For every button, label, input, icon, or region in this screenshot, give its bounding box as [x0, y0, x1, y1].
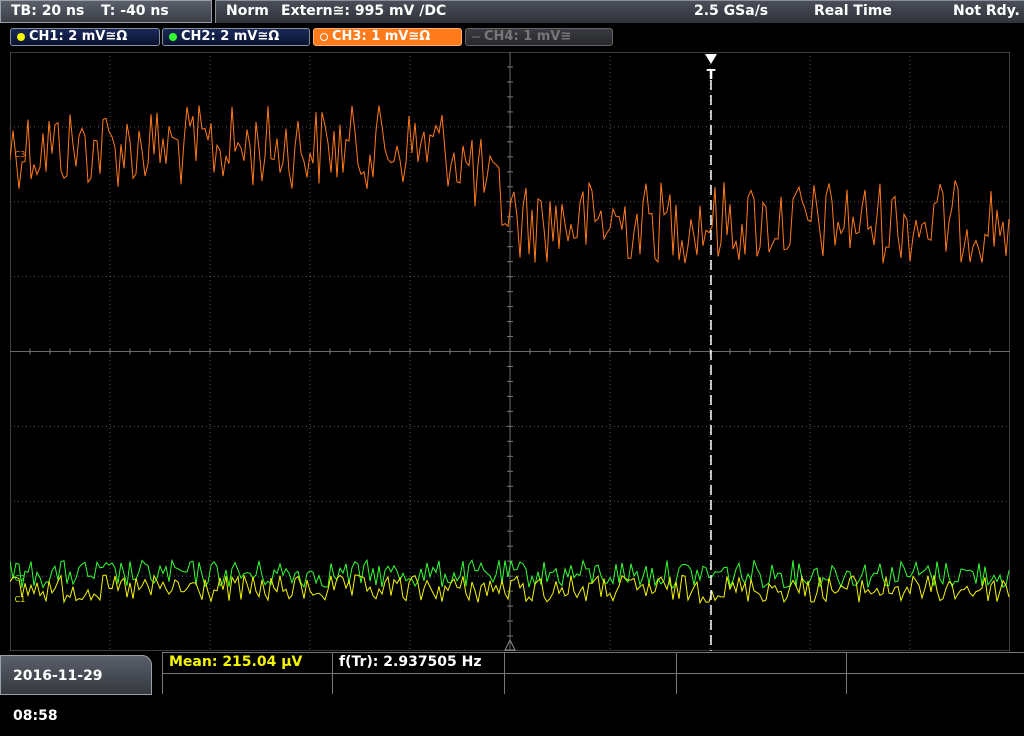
trigger-mode-label: Norm — [226, 3, 269, 19]
ch3-label: CH3: 1 mV≅Ω — [332, 29, 431, 44]
datetime-box: 2016-11-29 08:58 — [0, 655, 152, 724]
timebase-box[interactable]: TB: 20 ns T: -40 ns — [0, 0, 212, 23]
mean-value: Mean: 215.04 µV — [169, 654, 303, 670]
measurement-cell-empty[interactable] — [846, 674, 1024, 694]
ch3-level-marker[interactable]: C3 — [15, 150, 26, 159]
channel-tab-ch1[interactable]: CH1: 2 mV≅Ω — [10, 28, 160, 46]
ch3-indicator-icon — [320, 33, 328, 41]
mean-measurement[interactable]: Mean: 215.04 µV — [162, 653, 332, 673]
ch2-indicator-icon — [169, 33, 177, 41]
measurement-row — [162, 673, 1024, 694]
measurement-cell-empty[interactable] — [332, 674, 504, 694]
ch2-label: CH2: 2 mV≅Ω — [181, 29, 280, 44]
measurement-cell-empty[interactable] — [504, 653, 676, 673]
waveform-display[interactable]: T C3 C2 C1 — [10, 52, 1010, 651]
channel-tab-ch4[interactable]: CH4: 1 mV≅ — [465, 28, 613, 46]
ch4-label: CH4: 1 mV≅ — [484, 29, 572, 44]
channel-tab-ch2[interactable]: CH2: 2 mV≅Ω — [162, 28, 310, 46]
run-status-label: Not Rdy. — [953, 3, 1020, 19]
ch1-indicator-icon — [17, 33, 25, 41]
trigger-source-label: Extern≅: 995 mV ∕DC — [281, 3, 447, 19]
trigger-status-strip[interactable]: Norm Extern≅: 995 mV ∕DC 2.5 GSa/s Real … — [215, 0, 1024, 23]
frequency-measurement[interactable]: f(Tr): 2.937505 Hz — [332, 653, 504, 673]
timebase-label: TB: 20 ns — [11, 3, 85, 19]
waveform-canvas[interactable]: T C3 C2 C1 — [10, 52, 1010, 651]
ch4-indicator-icon — [472, 36, 480, 38]
frequency-value: f(Tr): 2.937505 Hz — [339, 654, 482, 670]
datetime-label: 2016-11-29 08:58 — [13, 668, 103, 724]
ch1-level-marker[interactable]: C1 — [15, 595, 26, 604]
ch2-level-marker[interactable]: C2 — [15, 574, 26, 583]
acquisition-mode-label: Real Time — [814, 3, 892, 19]
measurement-cell-empty[interactable] — [676, 653, 846, 673]
measurement-cell-empty[interactable] — [162, 674, 332, 694]
measurement-table[interactable]: Mean: 215.04 µV f(Tr): 2.937505 Hz — [162, 652, 1024, 695]
channel-tab-ch3[interactable]: CH3: 1 mV≅Ω — [313, 28, 462, 46]
trigger-marker[interactable]: T — [707, 68, 716, 83]
measurement-cell-empty[interactable] — [846, 653, 1024, 673]
status-bar: TB: 20 ns T: -40 ns Norm Extern≅: 995 mV… — [0, 0, 1024, 25]
trigger-time-label: T: -40 ns — [101, 3, 169, 19]
measurement-cell-empty[interactable] — [504, 674, 676, 694]
measurement-cell-empty[interactable] — [676, 674, 846, 694]
sample-rate-label: 2.5 GSa/s — [694, 3, 769, 19]
ch1-label: CH1: 2 mV≅Ω — [29, 29, 128, 44]
measurement-row: Mean: 215.04 µV f(Tr): 2.937505 Hz — [162, 652, 1024, 673]
